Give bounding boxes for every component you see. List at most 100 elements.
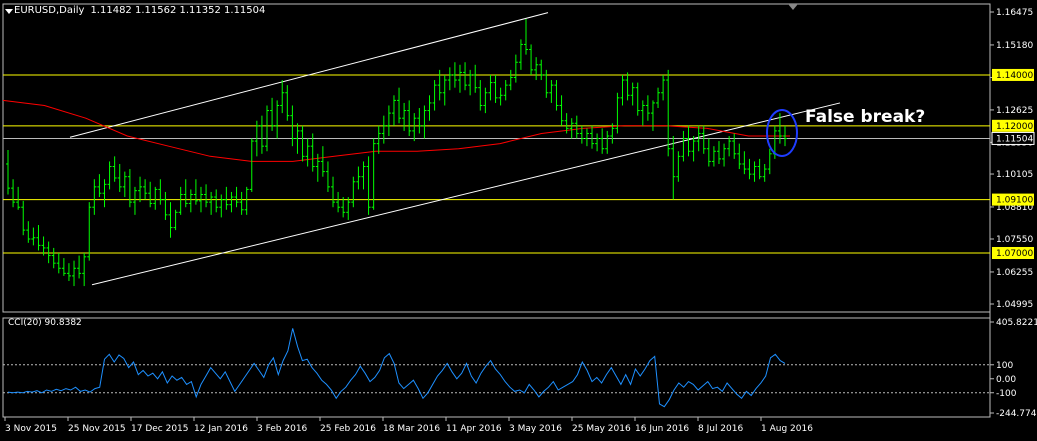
candle-bar	[625, 72, 630, 101]
candle-bar	[635, 82, 640, 116]
candle-bar	[285, 85, 290, 121]
candle-bar	[92, 179, 97, 215]
candle-bar	[584, 128, 589, 147]
time-tick-label: 3 May 2016	[509, 424, 562, 434]
level-label: 1.09100	[996, 196, 1033, 206]
candle-bar	[640, 100, 645, 126]
candle-bar	[422, 105, 427, 139]
candle-bar	[46, 241, 51, 264]
time-tick-label: 25 Feb 2016	[320, 424, 376, 434]
candle-bar	[412, 113, 417, 142]
candle-bar	[402, 102, 407, 131]
candle-bar	[529, 44, 534, 75]
candle-bar	[158, 179, 163, 205]
candle-bar	[168, 202, 173, 238]
candle-bar	[549, 80, 554, 103]
candle-bar	[600, 128, 605, 154]
candle-bar	[676, 151, 681, 182]
price-tick-label: 1.04995	[996, 300, 1033, 310]
candle-bar	[178, 186, 183, 215]
candle-bar	[193, 179, 198, 205]
price-tick-label: 1.10105	[996, 170, 1033, 180]
candle-bar	[11, 179, 16, 208]
candle-bar	[706, 138, 711, 167]
candle-bar	[77, 255, 82, 279]
chart-window: 1.164751.151801.139001.126251.113501.101…	[0, 0, 1037, 441]
candle-bar	[630, 82, 635, 106]
cci-label: CCI(20) 90.8382	[8, 318, 82, 328]
candle-bar	[183, 179, 188, 208]
candle-bar	[432, 80, 437, 111]
candle-bar	[711, 146, 716, 167]
candle-bar	[463, 62, 468, 91]
candle-bar	[671, 135, 676, 200]
level-label: 1.07000	[996, 249, 1033, 259]
dropdown-icon[interactable]	[5, 9, 13, 14]
candle-bar	[336, 191, 341, 213]
candle-bar	[219, 194, 224, 218]
ohlc-values: 1.11482 1.11562 1.11352 1.11504	[90, 5, 266, 16]
candle-bar	[752, 161, 757, 182]
candle-bar	[371, 138, 376, 210]
candle-bar	[513, 54, 518, 83]
candle-bar	[244, 186, 249, 215]
candle-bar	[656, 87, 661, 109]
candle-bar	[386, 105, 391, 136]
candle-bar	[366, 156, 371, 215]
price-tick-label: 1.12625	[996, 106, 1033, 116]
candle-bar	[722, 143, 727, 167]
last-price-label: 1.11504	[996, 134, 1033, 144]
candle-bar	[122, 171, 127, 198]
candle-bar	[732, 133, 737, 159]
candle-bar	[503, 80, 508, 101]
channel-lower-line	[91, 102, 841, 286]
candle-bar	[356, 166, 361, 190]
candle-bar	[574, 115, 579, 139]
cci-line	[7, 328, 786, 408]
candle-bar	[437, 69, 442, 101]
symbol-header: EURUSD,Daily 1.11482 1.11562 1.11352 1.11…	[14, 5, 265, 16]
time-tick-label: 1 Aug 2016	[761, 424, 813, 434]
candle-bar	[305, 138, 310, 167]
candle-bar	[209, 191, 214, 215]
time-tick-label: 17 Dec 2015	[131, 424, 189, 434]
candle-bar	[493, 74, 498, 103]
candle-bar	[280, 80, 285, 114]
price-tick-label: 1.16475	[996, 8, 1033, 18]
candle-bar	[737, 143, 742, 170]
candle-bar	[153, 186, 158, 210]
candle-bar	[361, 161, 366, 190]
candle-bar	[6, 149, 10, 195]
candle-bar	[544, 69, 549, 98]
cci-panel-border	[2, 317, 991, 418]
candle-bar	[661, 74, 666, 101]
candle-bar	[742, 151, 747, 175]
candle-bar	[397, 87, 402, 124]
cci-tick-label: -244.7742	[996, 409, 1037, 419]
candle-bar	[341, 197, 346, 218]
candle-bar	[473, 64, 478, 93]
candle-bar	[61, 258, 66, 276]
chart-canvas: 1.164751.151801.139001.126251.113501.101…	[2, 3, 1037, 434]
cci-tick-label: 0.00	[996, 375, 1016, 385]
candle-bar	[650, 100, 655, 131]
candle-bar	[351, 176, 356, 208]
time-tick-label: 25 Nov 2015	[68, 424, 126, 434]
candle-bar	[188, 189, 193, 213]
level-label: 1.14000	[996, 71, 1033, 81]
candle-bar	[539, 59, 544, 81]
candle-bar	[691, 135, 696, 162]
candle-bar	[143, 179, 148, 200]
candle-bar	[275, 100, 280, 139]
candle-bar	[97, 174, 102, 198]
candle-bar	[51, 247, 56, 269]
candle-bar	[381, 115, 386, 144]
price-tick-label: 1.06255	[996, 268, 1033, 278]
candle-bar	[138, 176, 143, 203]
cci-tick-label: -100	[996, 389, 1017, 399]
candle-bar	[762, 163, 767, 182]
candle-bar	[716, 141, 721, 164]
candle-bar	[127, 169, 132, 208]
candle-bar	[72, 260, 77, 287]
candle-bar	[87, 202, 92, 261]
